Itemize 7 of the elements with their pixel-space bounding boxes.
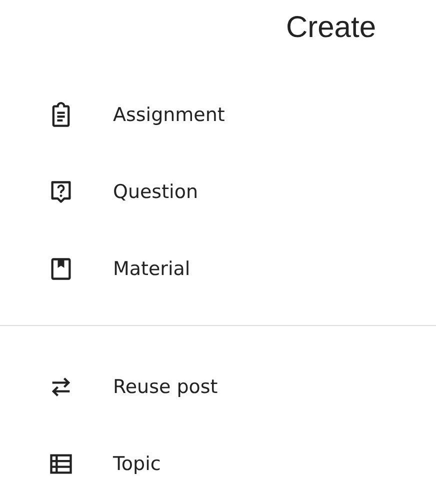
menu-item[interactable]: Reuse post xyxy=(113,376,218,398)
menu-item[interactable]: Assignment xyxy=(113,104,225,126)
menu-item[interactable]: Question xyxy=(113,180,198,202)
menu-item[interactable]: Material xyxy=(113,258,190,280)
dialog-title: Create xyxy=(286,11,376,45)
question-icon[interactable] xyxy=(48,178,74,204)
menu-item[interactable]: Topic xyxy=(113,452,161,474)
